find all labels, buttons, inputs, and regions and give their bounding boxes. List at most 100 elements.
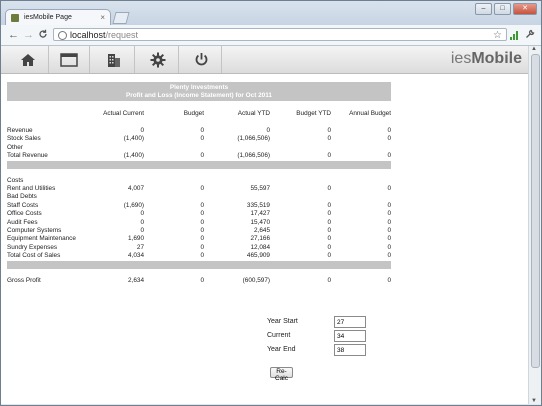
- app-header: iesMobile: [1, 46, 528, 74]
- recalc-button[interactable]: Re-Calc: [270, 367, 293, 382]
- cell-value: 0: [200, 185, 204, 193]
- cell-value: [99, 260, 144, 269]
- cell-value: [204, 260, 270, 269]
- window-icon: [60, 52, 78, 67]
- cell-value: [270, 160, 331, 169]
- scrollbar-thumb[interactable]: [531, 54, 540, 368]
- signal-icon[interactable]: [510, 30, 520, 40]
- cell-value: [99, 193, 144, 201]
- minimize-button[interactable]: –: [475, 3, 492, 15]
- cell-value: 0: [327, 218, 331, 226]
- cell-value: 0: [200, 227, 204, 235]
- row-label: [7, 101, 99, 109]
- cell-value: [144, 119, 204, 127]
- restore-button[interactable]: □: [494, 3, 511, 15]
- cell-value: 0: [387, 235, 391, 243]
- cell-value: [144, 269, 204, 277]
- cell-value: 0: [200, 201, 204, 209]
- page-scrollbar[interactable]: ▲ ▼: [528, 46, 541, 404]
- cell-value: [270, 101, 331, 109]
- cell-value: 4,034: [128, 252, 144, 260]
- cell-value: [331, 177, 391, 185]
- table-row: Equipment Maintenance 1,690 0 27,166 0 0: [7, 235, 391, 243]
- cell-value: 1,690: [128, 235, 144, 243]
- address-bar[interactable]: localhost/request ☆: [53, 28, 507, 41]
- cell-value: 0: [327, 235, 331, 243]
- year-end-input[interactable]: [334, 344, 366, 356]
- cell-value: [204, 160, 270, 169]
- new-tab-button[interactable]: [112, 12, 130, 24]
- cell-value: [270, 169, 331, 177]
- tab-strip: iesMobile Page × – □ ✕: [1, 1, 541, 25]
- tab-close-icon[interactable]: ×: [100, 10, 105, 26]
- row-label: Total Revenue: [7, 152, 48, 160]
- cell-value: [144, 260, 204, 269]
- table-row: Total Revenue (1,400) 0 (1,066,506) 0 0: [7, 152, 391, 160]
- cell-value: 27: [136, 243, 144, 251]
- reload-button[interactable]: [38, 29, 48, 42]
- cell-value: (600,597): [242, 276, 270, 284]
- back-button[interactable]: ←: [8, 29, 19, 41]
- cell-value: [204, 193, 270, 201]
- cell-value: 0: [140, 218, 144, 226]
- cell-value: Annual Budget: [349, 109, 391, 117]
- cell-value: 0: [327, 201, 331, 209]
- cell-value: [204, 119, 270, 127]
- row-label: Computer Systems: [7, 227, 62, 235]
- cell-value: [144, 169, 204, 177]
- cell-value: [331, 119, 391, 127]
- cell-value: [144, 177, 204, 185]
- row-label: [7, 119, 99, 127]
- wrench-menu-icon[interactable]: [525, 29, 535, 42]
- row-label: Office Costs: [7, 210, 42, 218]
- year-start-input[interactable]: [334, 316, 366, 328]
- window-button[interactable]: [49, 46, 90, 73]
- browser-tab[interactable]: iesMobile Page ×: [5, 9, 111, 25]
- scroll-up-icon[interactable]: ▲: [531, 46, 537, 52]
- cell-value: Actual YTD: [237, 109, 270, 117]
- year-start-label: Year Start: [267, 318, 298, 325]
- table-row: Audit Fees 0 0 15,470 0 0: [7, 219, 391, 227]
- logout-button[interactable]: [181, 46, 222, 73]
- browser-window: iesMobile Page × – □ ✕ ← → localhost/req…: [0, 0, 542, 406]
- cell-value: 0: [200, 276, 204, 284]
- cell-value: 0: [200, 243, 204, 251]
- browser-toolbar: ← → localhost/request ☆: [1, 25, 541, 46]
- home-button[interactable]: [8, 46, 49, 73]
- cell-value: 0: [387, 252, 391, 260]
- table-row: Sundry Expenses 27 0 12,084 0 0: [7, 244, 391, 252]
- company-button[interactable]: [94, 46, 135, 73]
- current-input[interactable]: [334, 330, 366, 342]
- row-label: Costs: [7, 176, 24, 184]
- cell-value: 0: [327, 185, 331, 193]
- cell-value: 55,597: [250, 185, 270, 193]
- bookmark-star-icon[interactable]: ☆: [493, 29, 502, 42]
- home-icon: [21, 53, 35, 66]
- url-path: /request: [105, 30, 139, 40]
- current-label: Current: [267, 332, 291, 339]
- current-row: Current: [267, 330, 367, 342]
- row-label: [7, 260, 99, 269]
- spacer-row: [7, 269, 391, 277]
- scroll-down-icon[interactable]: ▼: [531, 398, 537, 404]
- cell-value: [331, 101, 391, 109]
- cell-value: [144, 193, 204, 201]
- cell-value: 0: [327, 127, 331, 134]
- table-row: Other: [7, 144, 391, 152]
- page-icon: [58, 31, 67, 40]
- close-window-button[interactable]: ✕: [513, 3, 537, 15]
- cell-value: (1,690): [123, 201, 144, 209]
- cell-value: 0: [387, 218, 391, 226]
- cell-value: Budget: [183, 109, 204, 117]
- row-label: [7, 160, 99, 169]
- cell-value: 0: [387, 127, 391, 134]
- year-end-row: Year End: [267, 344, 367, 356]
- income-statement: Plenty Investments Profit and Loss (Inco…: [7, 82, 391, 285]
- url-host: localhost: [70, 30, 106, 40]
- table-row: Stock Sales (1,400) 0 (1,066,506) 0 0: [7, 135, 391, 143]
- forward-button[interactable]: →: [23, 29, 34, 41]
- report-table: Actual Current Budget Actual YTD Budget YTD…: [7, 101, 391, 285]
- cell-value: 0: [327, 276, 331, 284]
- building-icon: [108, 53, 120, 67]
- settings-button[interactable]: [138, 46, 179, 73]
